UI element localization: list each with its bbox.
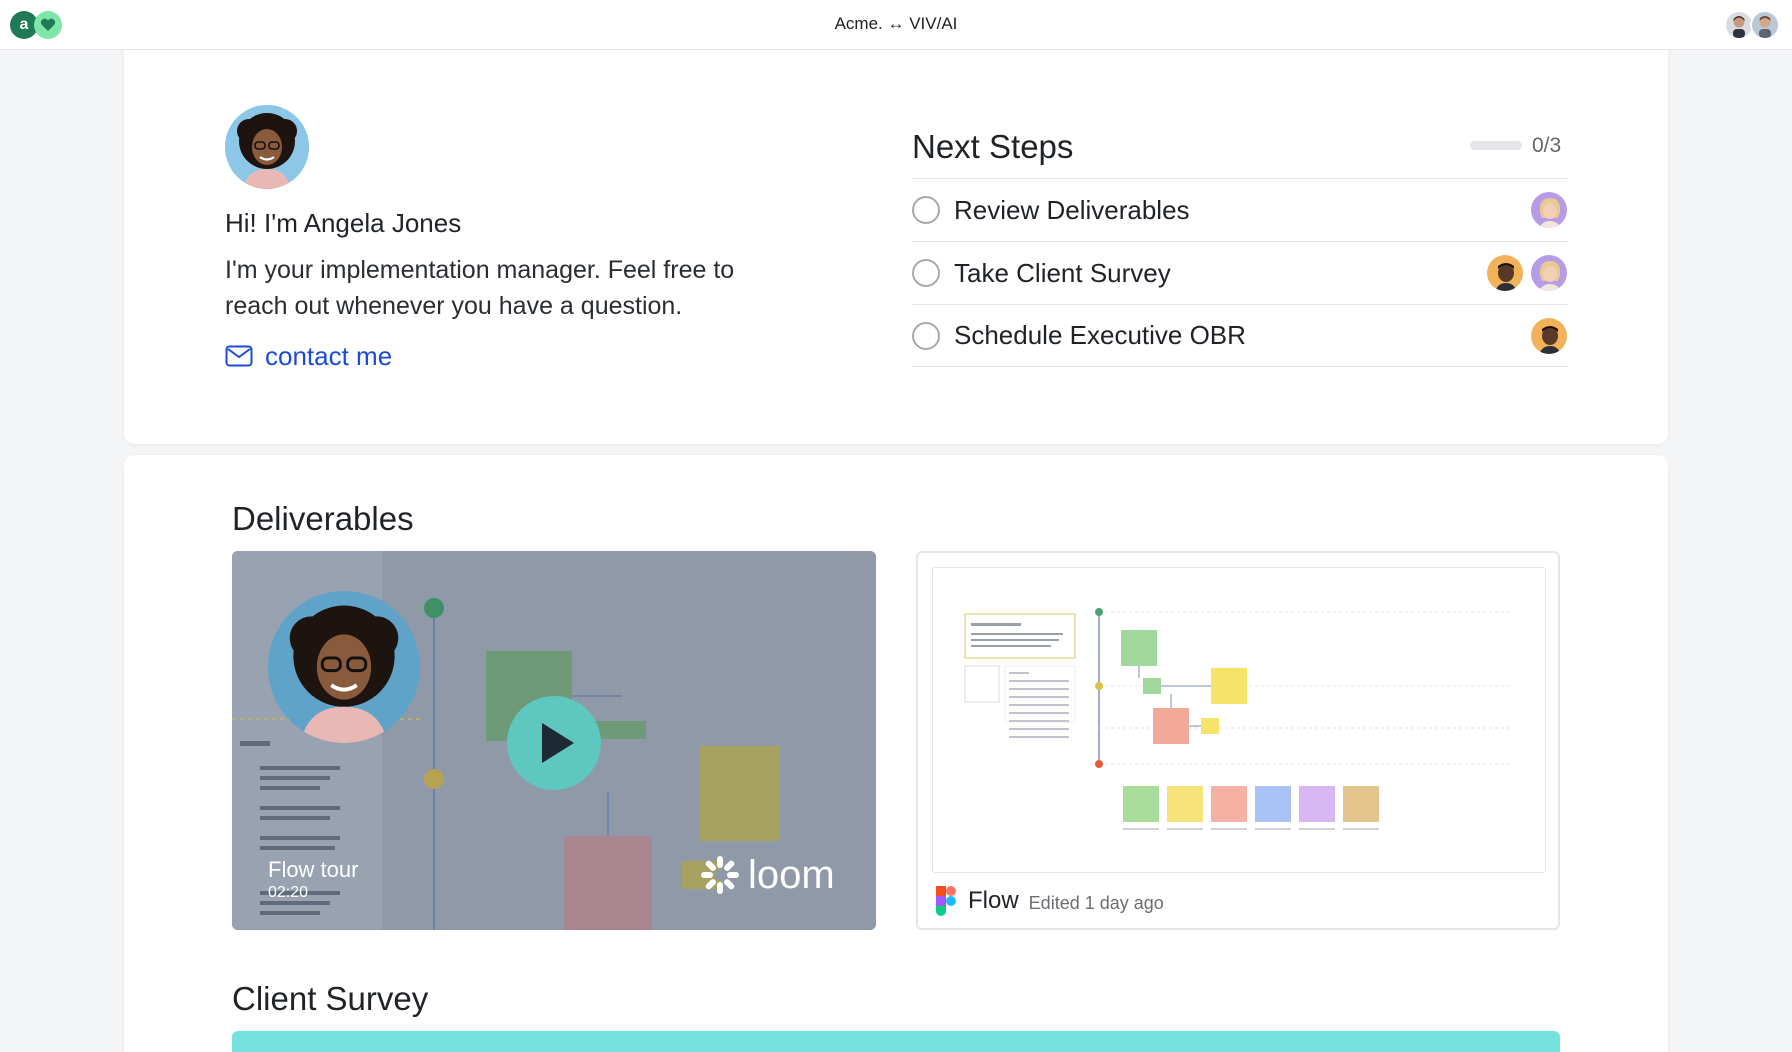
figma-thumbnail xyxy=(932,567,1546,873)
contact-link[interactable]: contact me xyxy=(225,340,392,372)
list-item[interactable]: Take Client Survey xyxy=(912,241,1568,304)
top-avatars[interactable] xyxy=(1724,10,1782,40)
step-checkbox[interactable] xyxy=(912,321,940,350)
contact-link-label: contact me xyxy=(265,340,393,371)
client-survey-banner[interactable] xyxy=(232,1031,1560,1052)
list-item[interactable]: Schedule Executive OBR xyxy=(912,304,1568,367)
figma-file-name: Flow xyxy=(968,887,1019,914)
play-button[interactable] xyxy=(507,696,601,790)
list-item[interactable]: Review Deliverables xyxy=(912,178,1568,241)
video-duration: 02:20 xyxy=(268,884,309,901)
figma-icon xyxy=(936,886,956,916)
manager-avatar xyxy=(225,105,309,189)
step-assignees xyxy=(1524,191,1568,231)
step-assignees xyxy=(1480,254,1568,294)
client-survey-title: Client Survey xyxy=(232,980,429,1017)
step-label: Review Deliverables xyxy=(954,194,1190,225)
avatar[interactable] xyxy=(1750,10,1780,40)
figma-footer: Flow Edited 1 day ago xyxy=(936,883,1164,919)
mail-icon xyxy=(225,345,253,367)
figma-edited-time: Edited 1 day ago xyxy=(1028,892,1164,913)
workspace-title: Acme. ↔ VIV/AI xyxy=(834,14,958,33)
avatar[interactable] xyxy=(1486,254,1524,292)
video-title: Flow tour xyxy=(268,857,359,882)
step-assignees xyxy=(1524,317,1568,357)
loom-wordmark: loom xyxy=(748,852,835,897)
avatar[interactable] xyxy=(1530,317,1568,355)
step-checkbox[interactable] xyxy=(912,259,940,287)
avatar[interactable] xyxy=(1530,254,1568,292)
deliverables-title: Deliverables xyxy=(232,500,414,537)
play-icon xyxy=(542,723,574,763)
step-label: Take Client Survey xyxy=(954,257,1171,288)
next-steps-title: Next Steps xyxy=(912,128,1074,165)
next-steps-progress-bar xyxy=(1470,141,1522,150)
step-label: Schedule Executive OBR xyxy=(954,320,1246,350)
figma-deliverable[interactable]: Flow Edited 1 day ago xyxy=(916,551,1560,930)
next-steps-count: 0/3 xyxy=(1532,134,1562,157)
step-checkbox[interactable] xyxy=(912,196,940,224)
avatar[interactable] xyxy=(1530,191,1568,229)
loom-icon xyxy=(701,856,739,894)
intro-message: I'm your implementation manager. Feel fr… xyxy=(225,256,735,320)
presenter-video-bubble xyxy=(268,591,420,743)
greeting-heading: Hi! I'm Angela Jones xyxy=(225,208,462,238)
top-bar: a Acme. ↔ VIV/AI xyxy=(0,0,1792,50)
video-deliverable[interactable]: Flow tour 02:20 loom xyxy=(232,551,876,930)
next-steps-list: Review Deliverables Take Client Survey S… xyxy=(912,178,1568,367)
loom-logo: loom xyxy=(700,853,835,897)
